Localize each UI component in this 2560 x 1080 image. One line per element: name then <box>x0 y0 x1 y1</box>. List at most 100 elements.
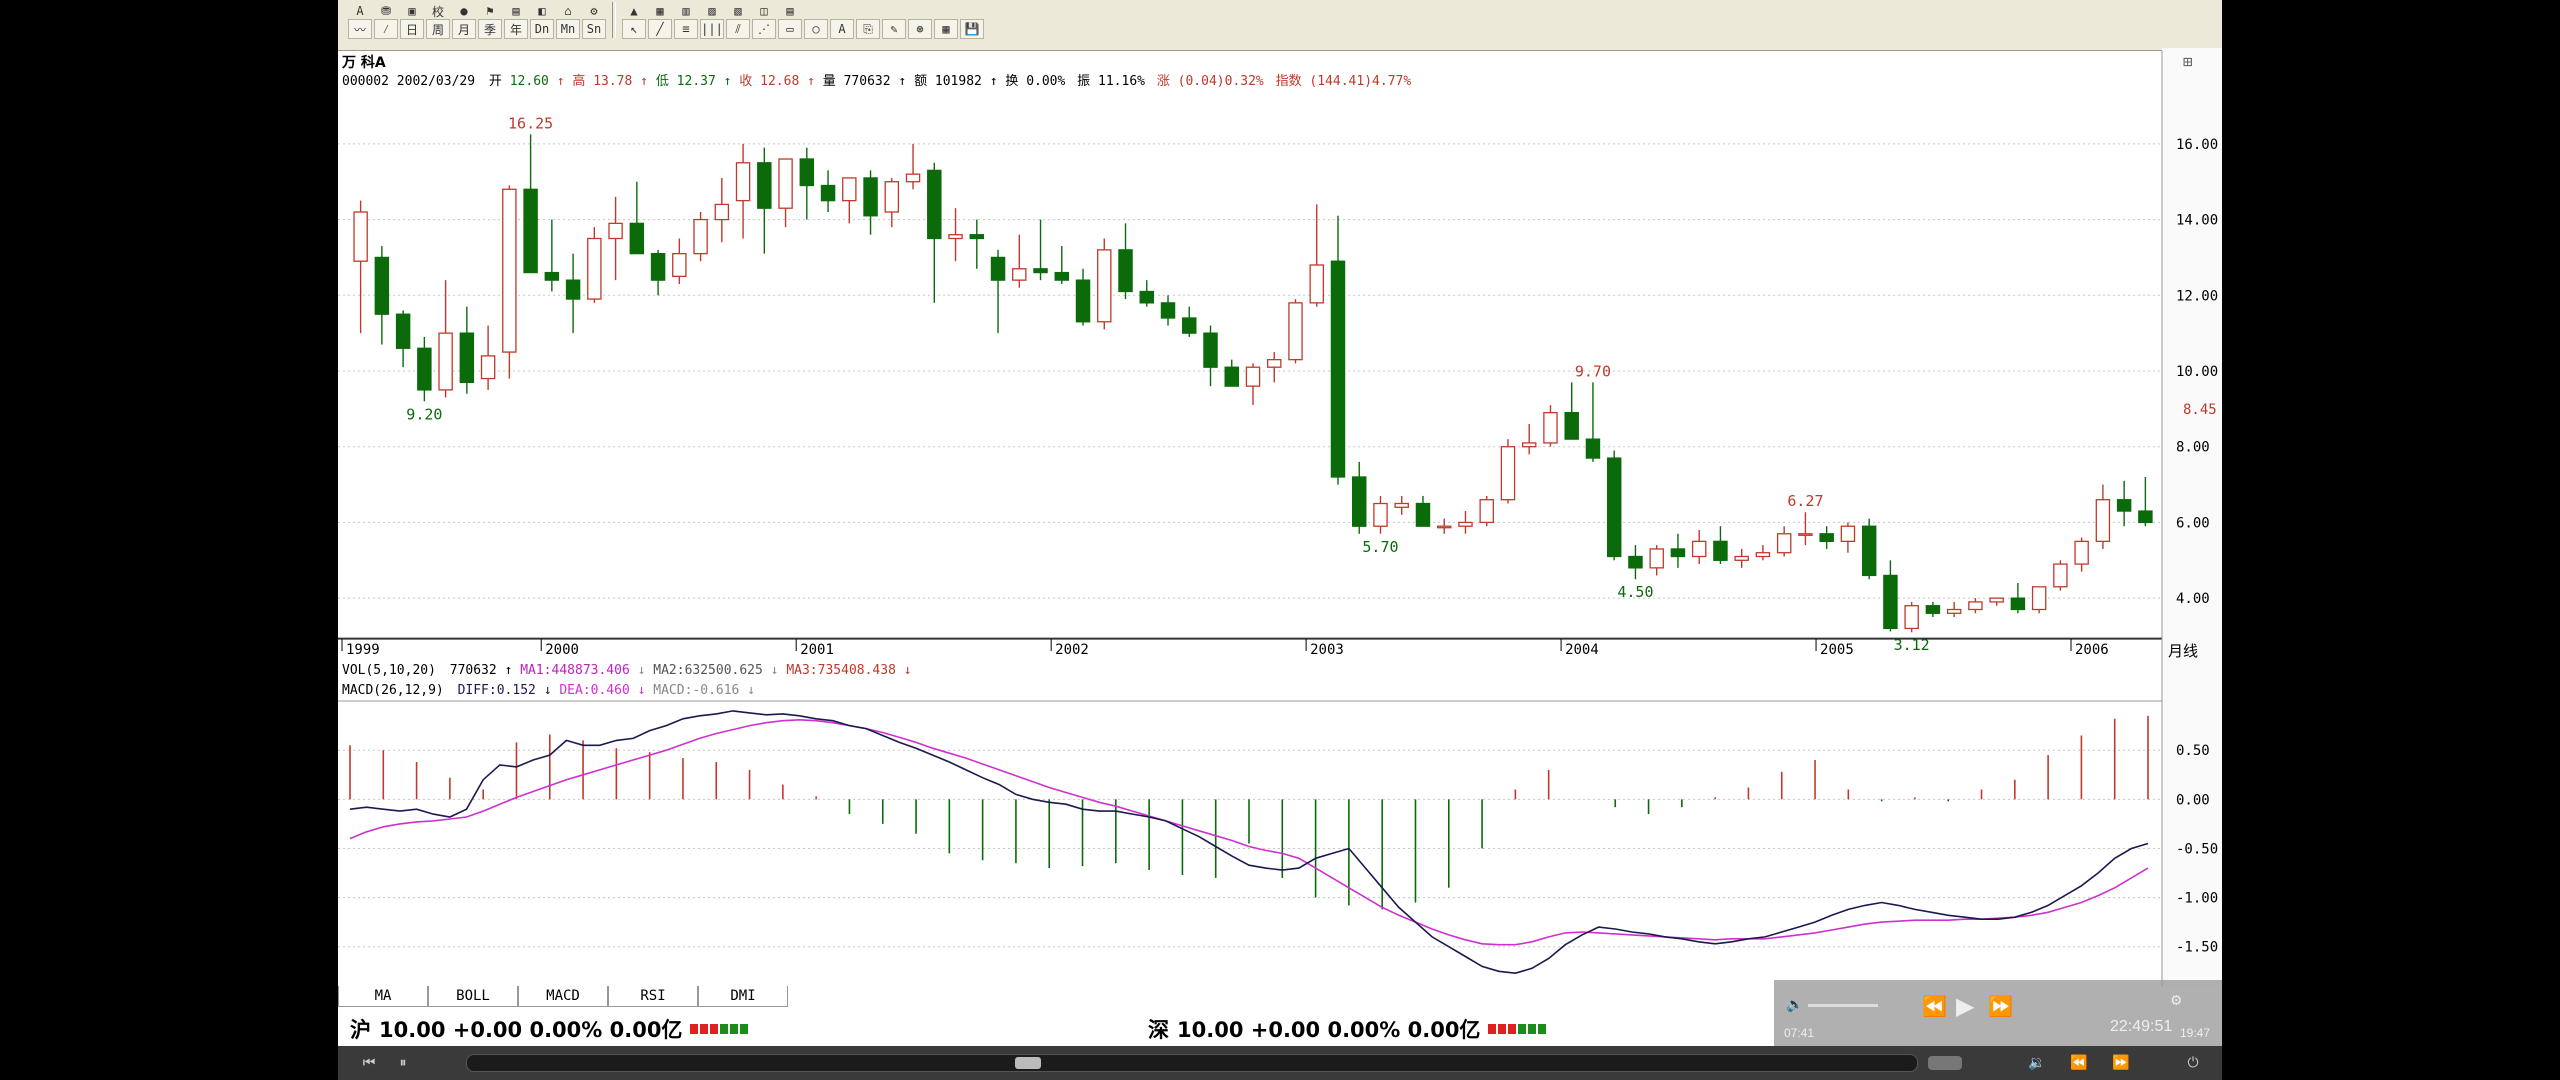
candle-body <box>948 234 963 240</box>
duration-time: 19:47 <box>2180 1026 2211 1040</box>
volume-slider[interactable] <box>1808 1004 1878 1007</box>
price-annotation: 6.27 <box>1787 492 1823 510</box>
candle-body <box>757 162 772 209</box>
volume-icon[interactable]: 🔈 <box>1786 996 1803 1013</box>
candle-body <box>1585 438 1601 459</box>
year-label: 2004 <box>1565 642 1599 658</box>
toolbar-button-1[interactable]: ⁄ <box>374 19 398 39</box>
toolbar-button-2[interactable]: 日 <box>400 19 424 39</box>
candle-body <box>799 158 815 187</box>
toolbar-button-7[interactable]: Dn <box>530 19 554 39</box>
toolbar-button-10[interactable]: ↖ <box>622 19 646 39</box>
candle-body <box>523 188 538 274</box>
indicator-tab-dmi[interactable]: DMI <box>698 986 788 1007</box>
price-tick-label: 14.00 <box>2176 213 2218 229</box>
pause-icon[interactable]: ⏸ <box>392 1052 414 1074</box>
play-icon[interactable]: ▶ <box>1956 992 1974 1021</box>
toolbar-button-3[interactable]: 周 <box>426 19 450 39</box>
indicator-panel: VOL(5,10,20) 770632 ↑ MA1:448873.406 ↓ M… <box>338 663 2218 975</box>
panel-layout-icon[interactable]: ⊞ <box>2183 52 2193 71</box>
previous-icon[interactable]: ⏮ <box>358 1052 380 1074</box>
toolbar-button-20[interactable]: ✎ <box>882 19 906 39</box>
candle-body <box>1628 555 1643 569</box>
chg-label: 涨 <box>1157 74 1170 89</box>
forward-small-icon[interactable]: ⏩ <box>2110 1052 2132 1074</box>
toolbar-button-13[interactable]: ||| <box>700 19 724 39</box>
candle-body <box>1521 442 1537 448</box>
candle-body <box>1649 548 1664 569</box>
indicator-tab-boll[interactable]: BOLL <box>428 986 518 1007</box>
candle-body <box>1054 271 1070 281</box>
toolbar-button-14[interactable]: ⫽ <box>726 19 750 39</box>
candle-body <box>672 252 687 278</box>
fast-forward-icon[interactable]: ⏩ <box>1988 994 2013 1019</box>
indicator-tabs: MA BOLL MACD RSI DMI <box>338 986 788 1008</box>
candle-body <box>1989 597 2004 603</box>
candle-body <box>1224 366 1239 387</box>
stock-name: 万 科A <box>341 54 386 71</box>
candle-body <box>1245 366 1261 387</box>
toolbar-button-22[interactable]: ▦ <box>934 19 958 39</box>
toolbar-button-4[interactable]: 月 <box>452 19 476 39</box>
volume-knob[interactable] <box>1928 1056 1962 1070</box>
candle-body <box>1267 358 1282 368</box>
candle-body <box>1436 525 1452 529</box>
toolbar-button-12[interactable]: ≡ <box>674 19 698 39</box>
candle-body <box>1543 411 1558 444</box>
macd-dea: DEA:0.460 <box>559 683 629 698</box>
candle-body <box>778 158 793 209</box>
media-player-bar: ⏮ ⏸ 🔉 ⏪ ⏩ ⏻ <box>338 1046 2222 1080</box>
settings-icon[interactable]: ⚙ <box>2170 992 2183 1009</box>
macd-diff: DIFF:0.152 <box>458 683 536 698</box>
sh-index: 沪 10.00 +0.00 0.00% 0.00亿 <box>350 1014 749 1044</box>
toolbar-button-11[interactable]: ╱ <box>648 19 672 39</box>
candle-body <box>1946 608 1962 614</box>
toolbar-row-2: 〰 ⁄ 日周月季年 Dn Mn Sn ↖ ╱ ≡ ||| ⫽ ⋰ ▭ ○ A ⎘ ✎ ⊛ ▦ 💾 <box>348 18 984 40</box>
price-panel: 1999 2000 2001 2002 2003 2004 2005 2006 16.25 9.… <box>338 51 2218 986</box>
toolbar-button-19[interactable]: ⎘ <box>856 19 880 39</box>
toolbar-button-5[interactable]: 季 <box>478 19 502 39</box>
indicator-tab-rsi[interactable]: RSI <box>608 986 698 1007</box>
macd-tick-label: 0.50 <box>2176 743 2210 759</box>
macd-ticks: -1.50 -1.00 -0.50 0.00 0.50 <box>2176 743 2218 955</box>
toolbar-button-17[interactable]: ○ <box>804 19 828 39</box>
power-icon[interactable]: ⏻ <box>2182 1052 2204 1074</box>
candle-body <box>1500 446 1516 501</box>
candle-body <box>1394 502 1409 508</box>
price-annotation: 5.70 <box>1362 538 1398 556</box>
year-label: 2002 <box>1055 642 1089 658</box>
candle-body <box>1606 457 1622 558</box>
candle-body <box>502 188 517 353</box>
toolbar-button-18[interactable]: A <box>830 19 854 39</box>
macd-value: MACD:-0.616 <box>653 683 739 698</box>
year-label: 2005 <box>1820 642 1854 658</box>
candle-body <box>863 177 878 217</box>
rewind-small-icon[interactable]: ⏪ <box>2068 1052 2090 1074</box>
toolbar-button-8[interactable]: Mn <box>556 19 580 39</box>
indicator-tab-ma[interactable]: MA <box>338 986 428 1007</box>
candle-body <box>1033 268 1048 274</box>
toolbar-button-15[interactable]: ⋰ <box>752 19 776 39</box>
macd-bars <box>349 715 2149 910</box>
open-value: 12.60 <box>510 74 549 89</box>
toolbar: A ⛃ ▣ 校 ● ⚑ ▤ ◧ ⌂ ⚙ ▲ ▦ ▥ ▨ ▧ ◫ ▤ 〰 ⁄ 日周月季年 Dn Mn Sn ↖ ╱ ≡ ||| ⫽ ⋰ ▭… <box>338 0 2222 51</box>
rewind-icon[interactable]: ⏪ <box>1922 994 1947 1019</box>
candle-body <box>714 203 730 221</box>
seek-thumb[interactable] <box>1015 1057 1041 1069</box>
candle-body <box>1415 502 1431 527</box>
candle-body <box>565 279 581 300</box>
toolbar-button-23[interactable]: 💾 <box>960 19 984 39</box>
toolbar-button-16[interactable]: ▭ <box>778 19 802 39</box>
speaker-icon[interactable]: 🔉 <box>2026 1052 2048 1074</box>
candle-body <box>884 181 900 213</box>
candle-body <box>1670 548 1686 558</box>
indicator-tab-macd[interactable]: MACD <box>518 986 608 1007</box>
toolbar-separator <box>612 20 616 38</box>
price-tick-label: 4.00 <box>2176 591 2210 607</box>
toolbar-button-21[interactable]: ⊛ <box>908 19 932 39</box>
toolbar-button-9[interactable]: Sn <box>582 19 606 39</box>
seek-bar[interactable] <box>466 1054 1918 1072</box>
toolbar-button-0[interactable]: 〰 <box>348 19 372 39</box>
toolbar-button-6[interactable]: 年 <box>504 19 528 39</box>
price-annotation: 3.12 <box>1894 636 1930 654</box>
